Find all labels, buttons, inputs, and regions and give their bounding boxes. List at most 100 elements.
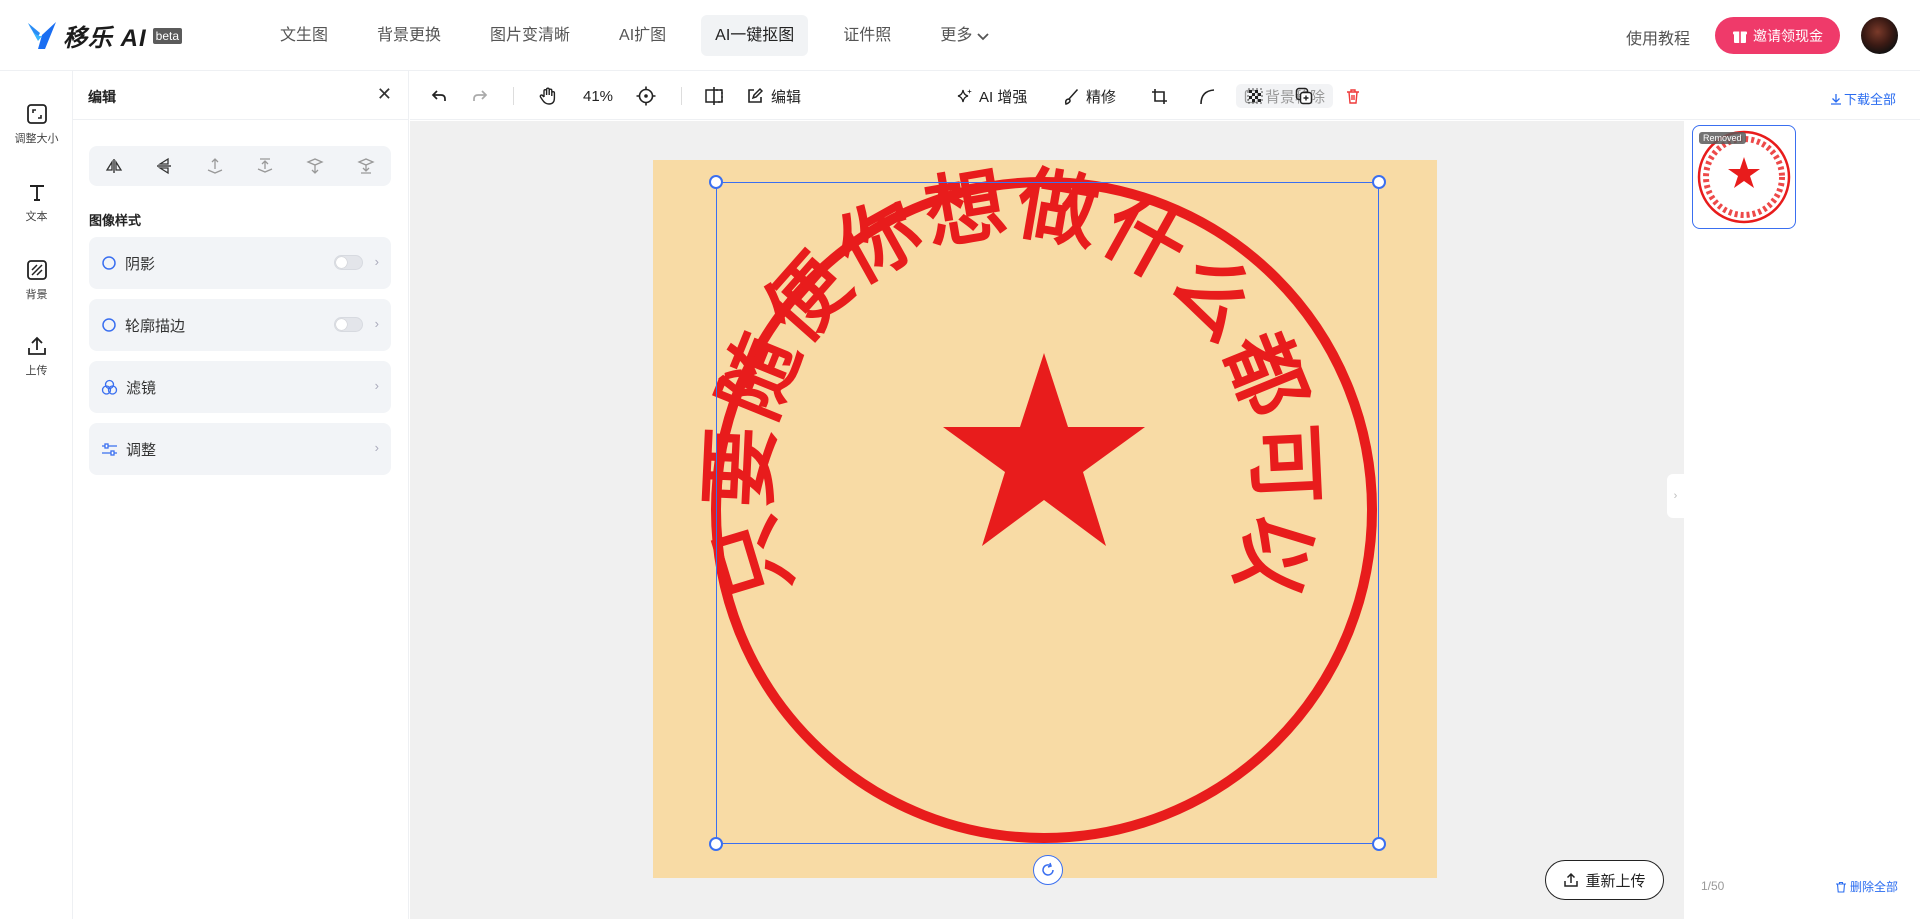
tool-upload[interactable]: 上传 xyxy=(0,335,73,378)
user-avatar[interactable] xyxy=(1861,17,1898,54)
crop-icon xyxy=(1152,88,1167,104)
sliders-icon xyxy=(102,442,117,456)
resize-handle-top-right[interactable] xyxy=(1372,175,1386,189)
adjust-label: 调整 xyxy=(126,441,157,459)
circle-icon xyxy=(102,256,116,270)
chevron-right-icon: › xyxy=(374,254,379,269)
bring-to-front-button[interactable] xyxy=(255,156,275,176)
resize-handle-top-left[interactable] xyxy=(709,175,723,189)
flip-horizontal-icon xyxy=(105,159,123,173)
selection-box[interactable] xyxy=(716,182,1379,844)
text-icon xyxy=(29,185,44,201)
rotate-handle[interactable] xyxy=(1033,855,1063,885)
beta-badge: beta xyxy=(152,27,183,44)
adjust-option[interactable]: 调整 › xyxy=(89,423,391,475)
chevron-right-icon: › xyxy=(374,378,379,393)
compare-button[interactable] xyxy=(704,84,724,108)
send-to-back-button[interactable] xyxy=(356,156,376,176)
nav-ai-outpaint[interactable]: AI扩图 xyxy=(605,15,680,56)
outline-stroke-label: 轮廓描边 xyxy=(125,317,186,335)
hand-icon xyxy=(539,87,556,105)
brand-logo[interactable]: 移乐 AI beta xyxy=(26,18,183,53)
fit-center-button[interactable] xyxy=(636,84,656,108)
upload-icon xyxy=(1564,872,1579,887)
shadow-label: 阴影 xyxy=(125,255,156,273)
trash-icon xyxy=(1347,89,1359,104)
toolbar-divider xyxy=(681,87,682,105)
duplicate-icon xyxy=(1295,87,1313,105)
curve-icon xyxy=(1200,88,1215,104)
result-thumbnail[interactable]: Removed xyxy=(1692,125,1796,229)
outline-stroke-option[interactable]: 轮廓描边 › xyxy=(89,299,391,351)
reupload-button[interactable]: 重新上传 xyxy=(1545,860,1664,900)
resize-handle-bottom-left[interactable] xyxy=(709,837,723,851)
corner-radius-button[interactable] xyxy=(1199,84,1216,108)
left-tool-strip: 调整大小 文本 背景 上传 xyxy=(0,71,73,919)
panel-header: 编辑 ✕ xyxy=(73,71,408,120)
bring-to-front-icon xyxy=(257,158,273,173)
download-all-link[interactable]: 下载全部 xyxy=(1830,89,1896,108)
page-counter: 1/50 xyxy=(1701,879,1725,893)
circle-icon xyxy=(102,318,116,332)
download-icon xyxy=(1830,94,1841,105)
tool-background[interactable]: 背景 xyxy=(0,259,73,302)
tutorial-link[interactable]: 使用教程 xyxy=(1626,25,1690,49)
brush-icon xyxy=(1064,88,1079,105)
chevron-right-icon: › xyxy=(374,316,379,331)
tool-text-label: 文本 xyxy=(25,211,48,223)
flip-horizontal-button[interactable] xyxy=(104,156,124,176)
shadow-option[interactable]: 阴影 › xyxy=(89,237,391,289)
redo-button[interactable] xyxy=(471,84,489,108)
invite-label: 邀请领现金 xyxy=(1753,27,1823,44)
flip-vertical-button[interactable] xyxy=(154,156,174,176)
ai-enhance-label: AI 增强 xyxy=(979,88,1028,106)
tool-background-label: 背景 xyxy=(25,289,48,301)
layer-down-button[interactable] xyxy=(305,156,325,176)
transparency-button[interactable] xyxy=(1247,84,1263,108)
nav-id-photo[interactable]: 证件照 xyxy=(829,15,905,56)
crop-button[interactable] xyxy=(1151,84,1168,108)
nav-text-to-image[interactable]: 文生图 xyxy=(266,15,342,56)
duplicate-button[interactable] xyxy=(1295,84,1313,108)
checkerboard-icon xyxy=(1247,88,1263,104)
nav-image-sharpen[interactable]: 图片变清晰 xyxy=(476,15,584,56)
nav-background-replace[interactable]: 背景更换 xyxy=(363,15,455,56)
toolbar-divider xyxy=(513,87,514,105)
nav-more-label: 更多 xyxy=(940,27,973,44)
tool-text[interactable]: 文本 xyxy=(0,181,73,224)
nav-more[interactable]: 更多 xyxy=(926,15,1004,56)
undo-icon xyxy=(431,90,446,101)
resize-handle-bottom-right[interactable] xyxy=(1372,837,1386,851)
tool-resize-label: 调整大小 xyxy=(14,133,59,145)
nav-ai-cutout[interactable]: AI一键抠图 xyxy=(701,15,809,56)
refine-button[interactable]: 精修 xyxy=(1063,84,1116,108)
trash-icon xyxy=(1835,881,1846,893)
redo-icon xyxy=(473,90,488,101)
chevron-down-icon xyxy=(977,32,989,40)
outline-stroke-toggle[interactable] xyxy=(334,317,363,332)
brand-name: 移乐 AI xyxy=(63,25,147,52)
close-icon[interactable]: ✕ xyxy=(377,84,392,105)
invite-button[interactable]: 邀请领现金 xyxy=(1715,17,1840,54)
zoom-level[interactable]: 41% xyxy=(583,84,613,108)
filter-label: 滤镜 xyxy=(126,379,157,397)
background-icon xyxy=(26,260,47,280)
pan-tool-button[interactable] xyxy=(538,84,558,108)
delete-button[interactable] xyxy=(1345,84,1361,108)
removed-badge: Removed xyxy=(1699,132,1746,144)
delete-all-link[interactable]: 删除全部 xyxy=(1835,878,1898,895)
ai-enhance-button[interactable]: AI 增强 xyxy=(956,84,1027,108)
filter-option[interactable]: 滤镜 › xyxy=(89,361,391,413)
resize-icon xyxy=(26,104,47,124)
reupload-label: 重新上传 xyxy=(1585,872,1646,890)
layer-up-button[interactable] xyxy=(205,156,225,176)
collapse-right-panel-tab[interactable]: › xyxy=(1667,474,1684,518)
tool-resize[interactable]: 调整大小 xyxy=(0,103,73,146)
undo-button[interactable] xyxy=(430,84,448,108)
edit-label: 编辑 xyxy=(771,88,802,106)
edit-button[interactable]: 编辑 xyxy=(746,84,801,108)
chevron-right-icon: › xyxy=(374,440,379,455)
shadow-toggle[interactable] xyxy=(334,255,363,270)
gift-icon xyxy=(1733,30,1747,43)
layer-up-icon xyxy=(207,158,223,174)
